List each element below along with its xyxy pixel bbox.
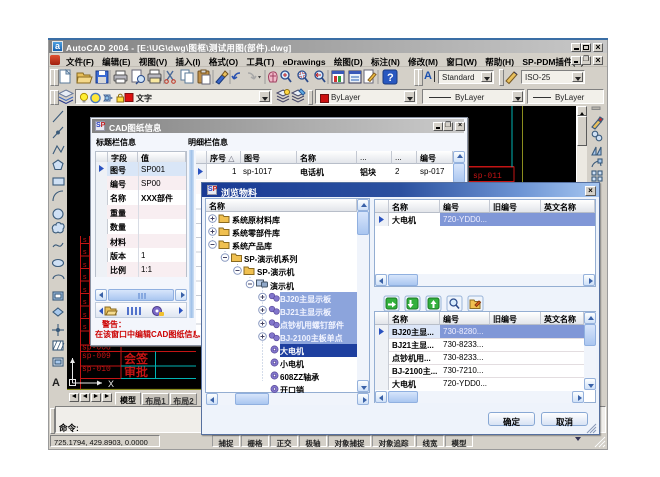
svg-text:X: X	[108, 379, 114, 389]
svg-text:?: ?	[387, 72, 394, 84]
svg-text:会签: 会签	[124, 351, 149, 366]
svg-text:s: s	[83, 287, 87, 294]
svg-text:s: s	[83, 299, 87, 306]
svg-text:sp-010: sp-010	[82, 365, 111, 374]
svg-text:s: s	[83, 274, 87, 281]
svg-text:s: s	[83, 324, 87, 331]
svg-text:s: s	[83, 312, 87, 319]
svg-text:s: s	[83, 249, 87, 256]
svg-text:s: s	[83, 237, 87, 244]
svg-text:s: s	[83, 262, 87, 269]
svg-text:A: A	[52, 377, 60, 389]
svg-text:sp-011: sp-011	[473, 172, 502, 181]
svg-text:sp-009: sp-009	[82, 352, 111, 361]
